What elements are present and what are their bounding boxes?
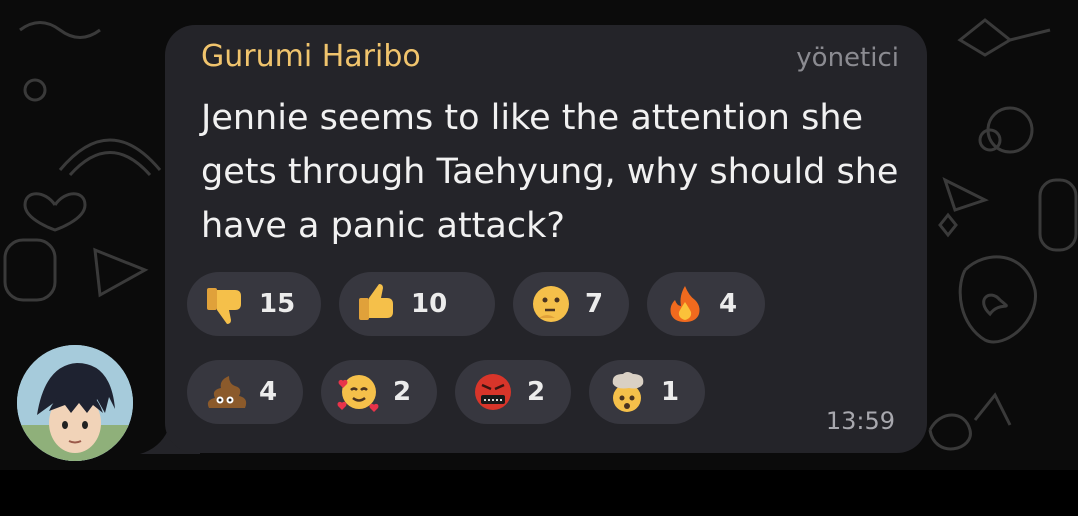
reaction-count: 10 [411, 289, 448, 319]
reaction-exploding-head[interactable]: 1 [589, 360, 705, 424]
thumbs-up-icon [359, 284, 393, 320]
reaction-thumbs-up[interactable]: 10 [339, 272, 495, 336]
face-with-symbols-on-mouth-icon [475, 374, 511, 410]
reaction-count: 2 [527, 377, 546, 407]
smiling-face-with-hearts-icon [337, 375, 379, 412]
reaction-count: 7 [585, 289, 604, 319]
reaction-row: 4 2 2 1 [187, 360, 887, 424]
reaction-fire[interactable]: 4 [647, 272, 765, 336]
reaction-thumbs-down[interactable]: 15 [187, 272, 321, 336]
reaction-count: 2 [393, 377, 412, 407]
poop-icon [207, 376, 247, 408]
fire-icon [670, 286, 700, 322]
reaction-symbols-mouth[interactable]: 2 [455, 360, 571, 424]
reaction-poop[interactable]: 4 [187, 360, 303, 424]
thinking-face-icon [533, 286, 569, 322]
message-text: Jennie seems to like the attention she g… [201, 98, 899, 246]
message-timestamp: 13:59 [825, 407, 895, 435]
avatar-image [17, 345, 133, 461]
reaction-count: 4 [719, 289, 738, 319]
message-bubble[interactable]: Gurumi Haribo yönetici Jennie seems to l… [165, 25, 927, 453]
sender-name[interactable]: Gurumi Haribo [201, 39, 421, 74]
thumbs-down-icon [207, 288, 241, 324]
reaction-count: 4 [259, 377, 278, 407]
exploding-head-icon [612, 372, 644, 412]
reaction-count: 15 [259, 289, 296, 319]
reactions: 15 10 7 4 4 2 2 1 [187, 272, 887, 448]
bottom-bar [0, 470, 1078, 516]
role-badge: yönetici [796, 43, 899, 73]
avatar[interactable] [17, 345, 133, 461]
reaction-count: 1 [661, 377, 680, 407]
reaction-thinking[interactable]: 7 [513, 272, 629, 336]
reaction-smiling-hearts[interactable]: 2 [321, 360, 437, 424]
reaction-row: 15 10 7 4 [187, 272, 887, 336]
